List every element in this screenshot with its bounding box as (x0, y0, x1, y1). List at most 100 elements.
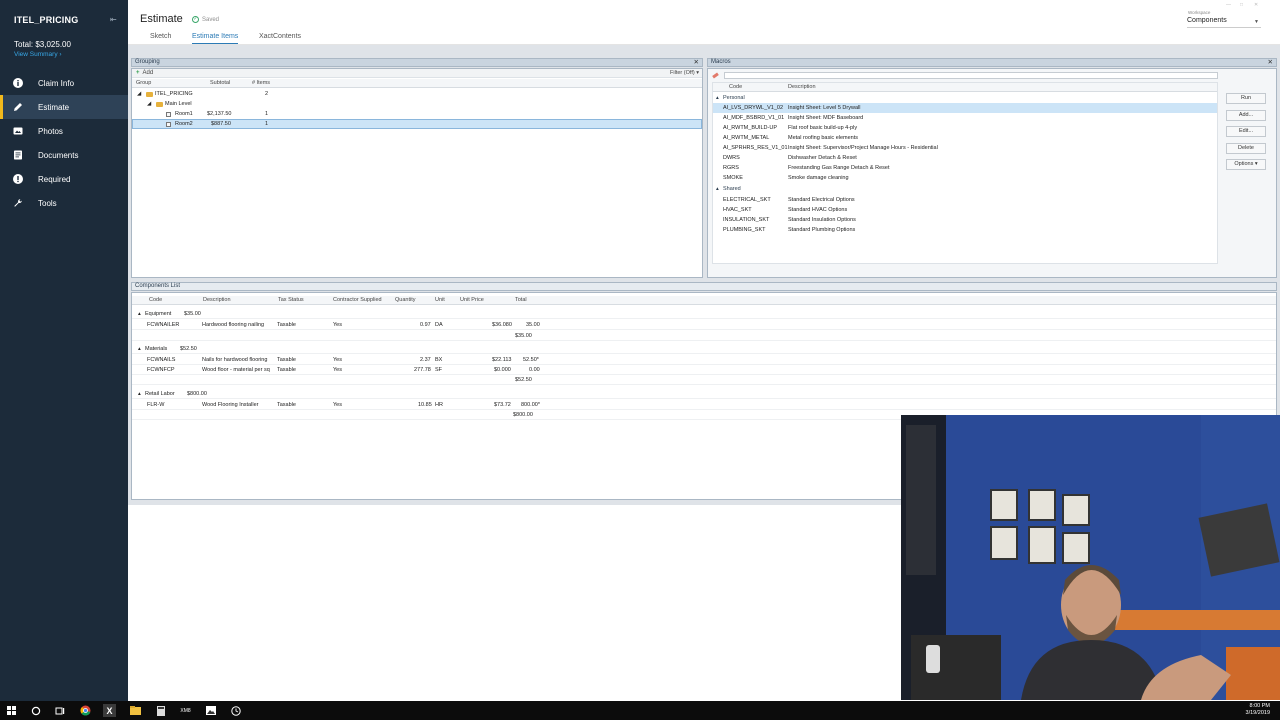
sidebar-item-label: Required (38, 174, 71, 184)
sidebar-item-label: Tools (38, 198, 57, 208)
column-header[interactable]: Contractor Supplied (333, 297, 382, 303)
tab-sketch[interactable]: Sketch (150, 33, 171, 40)
component-row[interactable]: FCWNAILS Nails for hardwood flooring Tax… (132, 355, 1276, 365)
saved-status: ✓ Saved (192, 16, 220, 23)
macro-row[interactable]: RGRS Freestanding Gas Range Detach & Res… (713, 163, 1217, 173)
eraser-icon[interactable] (712, 72, 719, 79)
sidebar-item-documents[interactable]: Documents (0, 143, 128, 167)
chevron-down-icon: ▾ (696, 70, 699, 76)
clock-app-icon[interactable] (229, 704, 242, 717)
macro-row[interactable]: HVAC_SKT Standard HVAC Options (713, 205, 1217, 215)
collapse-icon[interactable]: ▴ (716, 186, 719, 192)
macro-row[interactable]: INSULATION_SKT Standard Insulation Optio… (713, 215, 1217, 225)
macro-row[interactable]: AI_RWTM_METAL Metal roofing basic elemen… (713, 133, 1217, 143)
collapse-icon[interactable]: ◢ (137, 91, 141, 97)
macro-row[interactable]: AI_RWTM_BUILD-UP Flat roof basic build-u… (713, 123, 1217, 133)
close-icon[interactable]: ✕ (694, 59, 699, 66)
column-header[interactable]: Unit Price (460, 297, 484, 303)
calculator-icon[interactable] (154, 704, 167, 717)
grouping-toolbar: + Add Filter (Off) ▾ (132, 69, 702, 78)
macro-row[interactable]: DWRS Dishwasher Detach & Reset (713, 153, 1217, 163)
close-icon[interactable]: ✕ (1268, 59, 1273, 66)
column-header[interactable]: Unit (435, 297, 445, 303)
sidebar-item-photos[interactable]: Photos (0, 119, 128, 143)
macro-row[interactable]: SMOKE Smoke damage cleaning (713, 173, 1217, 183)
column-header[interactable]: Description (788, 84, 816, 90)
column-header[interactable]: Total (515, 297, 527, 303)
sidebar-item-tools[interactable]: Tools (0, 191, 128, 215)
minimize-icon[interactable]: — (1226, 2, 1231, 8)
macro-row[interactable]: PLUMBING_SKT Standard Plumbing Options (713, 225, 1217, 235)
macro-row[interactable]: AI_SPRHRS_RES_V1_01 Insight Sheet: Super… (713, 143, 1217, 153)
macro-row[interactable]: AI_MDF_BSBRD_V1_01 Insight Sheet: MDF Ba… (713, 113, 1217, 123)
macro-group-shared[interactable]: ▴ Shared (713, 184, 1217, 194)
collapse-icon[interactable]: ▴ (138, 311, 141, 317)
macro-row-selected[interactable]: AI_LVS_DRYWL_V1_02 Insight Sheet: Level … (713, 103, 1217, 113)
collapse-icon[interactable]: ▴ (138, 346, 141, 352)
column-header[interactable]: Quantity (395, 297, 415, 303)
column-header[interactable]: # Items (252, 80, 270, 86)
chrome-icon[interactable] (79, 704, 92, 717)
file-explorer-icon[interactable] (129, 704, 142, 717)
macro-group-personal[interactable]: ▴ Personal (713, 93, 1217, 103)
collapse-sidebar-icon[interactable]: ⇤ (110, 15, 117, 24)
add-group-button[interactable]: + Add (136, 70, 153, 76)
component-row[interactable]: FLR-W Wood Flooring Installer Taxable Ye… (132, 400, 1276, 410)
component-group-row[interactable]: ▴ Retail Labor $800.00 (132, 389, 1276, 399)
windows-start-icon[interactable] (5, 704, 18, 717)
task-view-icon[interactable] (53, 704, 66, 717)
column-header[interactable]: Tax Status (278, 297, 304, 303)
xactimate-icon[interactable]: X (103, 704, 116, 717)
page-title: Estimate (140, 13, 183, 25)
tree-row[interactable]: ◢ Main Level (132, 99, 702, 109)
tab-estimate-items[interactable]: Estimate Items (192, 33, 239, 44)
plus-icon: + (136, 70, 140, 76)
component-group-row[interactable]: ▴ Materials $52.50 (132, 344, 1276, 354)
collapse-icon[interactable]: ◢ (147, 101, 151, 107)
edit-macro-button[interactable]: Edit... (1226, 126, 1266, 137)
folder-icon (156, 102, 163, 107)
tree-row-selected[interactable]: Room2 $887.50 1 (132, 119, 702, 129)
run-button[interactable]: Run (1226, 93, 1266, 104)
column-header[interactable]: Code (729, 84, 742, 90)
photos-app-icon[interactable] (204, 704, 217, 717)
pencil-icon (13, 102, 23, 112)
workspace-select[interactable]: Components ▼ (1187, 17, 1261, 28)
filter-dropdown[interactable]: Filter (Off) ▾ (670, 70, 699, 76)
collapse-icon[interactable]: ▴ (716, 95, 719, 101)
sidebar-item-claim-info[interactable]: Claim Info (0, 71, 128, 95)
tab-xactcontents[interactable]: XactContents (259, 33, 301, 40)
chevron-down-icon: ▾ (1254, 161, 1258, 167)
column-header[interactable]: Description (203, 297, 231, 303)
delete-macro-button[interactable]: Delete (1226, 143, 1266, 154)
component-row[interactable]: FCWNAILER Hardwood flooring nailing Taxa… (132, 320, 1276, 330)
view-summary-link[interactable]: View Summary › (14, 51, 62, 58)
sidebar-nav: Claim Info Estimate Photos Documents Req… (0, 71, 128, 215)
subtotal-row: $52.50 (132, 375, 1276, 385)
grouping-panel-header: Grouping ✕ (131, 58, 703, 67)
column-header[interactable]: Subtotal (210, 80, 230, 86)
grouping-panel: + Add Filter (Off) ▾ Group Subtotal # Ite… (131, 68, 703, 278)
options-dropdown[interactable]: Options ▾ (1226, 159, 1266, 170)
webcam-overlay (901, 415, 1280, 700)
add-macro-button[interactable]: Add... (1226, 110, 1266, 121)
component-row[interactable]: FCWNFCP Wood floor - material per sq Tax… (132, 365, 1276, 375)
search-icon[interactable] (29, 704, 42, 717)
estimate-total: Total: $3,025.00 (14, 40, 71, 49)
app-window: ITEL_PRICING ⇤ Total: $3,025.00 View Sum… (0, 0, 1280, 720)
tree-row[interactable]: Room1 $2,137.50 1 (132, 109, 702, 119)
macro-row[interactable]: ELECTRICAL_SKT Standard Electrical Optio… (713, 195, 1217, 205)
maximize-icon[interactable]: □ (1240, 2, 1243, 8)
column-header[interactable]: Code (149, 297, 162, 303)
window-close-icon[interactable]: ✕ (1254, 2, 1258, 8)
sidebar-item-estimate[interactable]: Estimate (0, 95, 128, 119)
column-header[interactable]: Group (136, 80, 151, 86)
component-group-row[interactable]: ▴ Equipment $35.00 (132, 309, 1276, 319)
macro-search-input[interactable] (724, 72, 1218, 79)
macros-column-header: Code Description (713, 83, 1217, 92)
sidebar-item-required[interactable]: Required (0, 167, 128, 191)
system-clock[interactable]: 8:00 PM 3/19/2019 (1246, 703, 1270, 717)
tree-row[interactable]: ◢ ITEL_PRICING 2 (132, 89, 702, 99)
collapse-icon[interactable]: ▴ (138, 391, 141, 397)
xm8-icon[interactable]: XM8 (179, 704, 192, 717)
